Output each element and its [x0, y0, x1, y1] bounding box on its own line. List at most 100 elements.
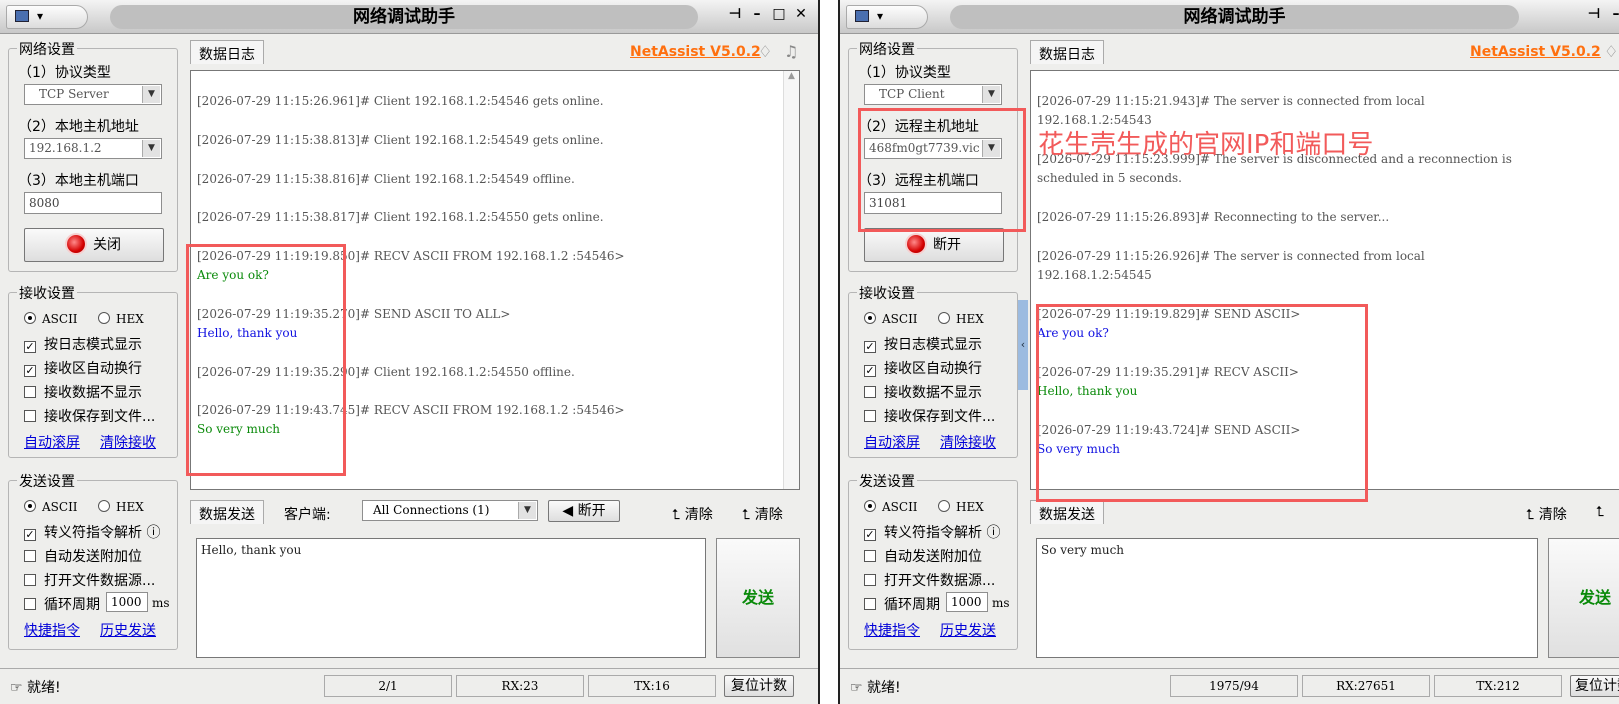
- save-file-checkbox[interactable]: 接收保存到文件...: [24, 406, 155, 426]
- save-file-checkbox[interactable]: 接收保存到文件...: [864, 406, 995, 426]
- tx-cell: TX:16: [588, 675, 716, 697]
- checkbox-icon: [24, 598, 36, 610]
- info-icon[interactable]: ⓘ: [146, 525, 160, 541]
- protocol-label: （1）协议类型: [858, 65, 951, 81]
- radio-label: ASCII: [882, 500, 918, 514]
- system-menu[interactable]: ▾: [846, 5, 928, 29]
- reset-count-button[interactable]: 复位计数: [1570, 675, 1619, 697]
- log-scrollbar[interactable]: ▲: [783, 71, 799, 489]
- minimize-icon[interactable]: –: [746, 6, 768, 22]
- clear-send-button[interactable]: ⮤: [1596, 504, 1604, 520]
- tab-data-log[interactable]: 数据日志: [190, 40, 264, 64]
- loop-period-input[interactable]: 1000: [106, 592, 148, 612]
- log-header: [2026-07-29 11:15:26.961]# Client 192.16…: [197, 94, 604, 108]
- diamond-icon[interactable]: ♢: [1604, 42, 1618, 61]
- reset-count-button[interactable]: 复位计数: [724, 675, 794, 697]
- auto-scroll-link[interactable]: 自动滚屏: [24, 432, 80, 452]
- system-menu[interactable]: ▾: [6, 5, 88, 29]
- disconnect-client-button[interactable]: ◀ 断开: [548, 500, 620, 522]
- open-file-checkbox[interactable]: 打开文件数据源...: [864, 570, 995, 590]
- pin-icon[interactable]: ⊣: [724, 6, 746, 22]
- tab-data-log[interactable]: 数据日志: [1030, 40, 1104, 64]
- clear-receive-link[interactable]: 清除接收: [940, 432, 996, 452]
- send-button[interactable]: 发送: [1548, 538, 1619, 658]
- checkbox-icon: [24, 550, 36, 562]
- open-file-checkbox[interactable]: 打开文件数据源...: [24, 570, 155, 590]
- diamond-icon[interactable]: ♢: [758, 42, 772, 61]
- count-cell: 2/1: [324, 675, 452, 697]
- checkbox-icon: [864, 410, 876, 422]
- auto-append-checkbox[interactable]: 自动发送附加位: [864, 546, 982, 566]
- connect-toggle-button[interactable]: 关闭: [24, 228, 164, 262]
- send-ascii-radio[interactable]: ASCII: [24, 500, 78, 514]
- checkbox-label: 自动发送附加位: [884, 549, 982, 565]
- close-icon[interactable]: ✕: [790, 6, 812, 22]
- sidebar-collapse-handle[interactable]: ‹: [1018, 300, 1028, 390]
- history-link[interactable]: 历史发送: [100, 620, 156, 640]
- log-mode-checkbox[interactable]: ✓ 按日志模式显示: [24, 334, 142, 354]
- checkbox-icon: [24, 410, 36, 422]
- tab-data-send[interactable]: 数据发送: [1030, 500, 1104, 524]
- log-header: [2026-07-29 11:15:26.926]# The server is…: [1037, 249, 1425, 282]
- arrow-up-icon: ⮤: [1596, 504, 1605, 520]
- ms-unit: ms: [992, 596, 1010, 610]
- brand-link[interactable]: NetAssist V5.0.2: [1470, 44, 1601, 60]
- button-label: 断开: [577, 503, 606, 519]
- loop-period-input[interactable]: 1000: [946, 592, 988, 612]
- auto-wrap-checkbox[interactable]: ✓ 接收区自动换行: [24, 358, 142, 378]
- checkbox-label: 循环周期: [884, 597, 940, 613]
- recv-ascii-radio[interactable]: ASCII: [864, 312, 918, 326]
- loop-checkbox[interactable]: 循环周期: [24, 594, 100, 614]
- clear-log-button[interactable]: ⮤ 清除: [672, 504, 713, 524]
- send-hex-radio[interactable]: HEX: [938, 500, 984, 514]
- escape-checkbox[interactable]: ✓ 转义符指令解析 ⓘ: [864, 522, 1000, 542]
- send-hex-radio[interactable]: HEX: [98, 500, 144, 514]
- shortcut-link[interactable]: 快捷指令: [864, 620, 920, 640]
- app-icon: [855, 10, 869, 22]
- bell-icon[interactable]: ♫: [784, 42, 798, 61]
- checkbox-checked-icon: ✓: [24, 364, 36, 377]
- log-mode-checkbox[interactable]: ✓ 按日志模式显示: [864, 334, 982, 354]
- protocol-select[interactable]: TCP Server ▼: [24, 84, 162, 105]
- ms-unit: ms: [152, 596, 170, 610]
- clear-send-button[interactable]: ⮤ 清除: [742, 504, 783, 524]
- auto-scroll-link[interactable]: 自动滚屏: [864, 432, 920, 452]
- shortcut-link[interactable]: 快捷指令: [24, 620, 80, 640]
- tab-data-send[interactable]: 数据发送: [190, 500, 264, 524]
- recv-hex-radio[interactable]: HEX: [98, 312, 144, 326]
- arrow-up-icon: ⮤: [742, 507, 751, 523]
- host-select[interactable]: 192.168.1.2 ▼: [24, 138, 162, 159]
- radio-label: HEX: [116, 312, 144, 326]
- port-input[interactable]: 8080: [24, 192, 162, 214]
- group-label: 网络设置: [857, 39, 917, 59]
- clear-receive-link[interactable]: 清除接收: [100, 432, 156, 452]
- minimize-icon[interactable]: –: [1605, 6, 1619, 22]
- radio-label: HEX: [956, 500, 984, 514]
- info-icon[interactable]: ⓘ: [986, 525, 1000, 541]
- pin-icon[interactable]: ⊣: [1583, 6, 1605, 22]
- maximize-icon[interactable]: □: [768, 6, 790, 22]
- no-show-checkbox[interactable]: 接收数据不显示: [864, 382, 982, 402]
- checkbox-label: 按日志模式显示: [44, 337, 142, 353]
- clear-log-button[interactable]: ⮤ 清除: [1526, 504, 1567, 524]
- recv-ascii-radio[interactable]: ASCII: [24, 312, 78, 326]
- connect-toggle-button[interactable]: 断开: [864, 228, 1004, 262]
- brand-link[interactable]: NetAssist V5.0.2: [630, 44, 761, 60]
- escape-checkbox[interactable]: ✓ 转义符指令解析 ⓘ: [24, 522, 160, 542]
- client-select[interactable]: All Connections (1) ▼: [362, 500, 538, 521]
- group-label: 接收设置: [17, 283, 77, 303]
- protocol-select[interactable]: TCP Client ▼: [864, 84, 1002, 105]
- radio-off-icon: [98, 312, 110, 324]
- no-show-checkbox[interactable]: 接收数据不显示: [24, 382, 142, 402]
- send-input[interactable]: So very much: [1036, 538, 1538, 658]
- log-entry: [2026-07-29 11:15:38.816]# Client 192.16…: [197, 170, 575, 189]
- recv-hex-radio[interactable]: HEX: [938, 312, 984, 326]
- auto-append-checkbox[interactable]: 自动发送附加位: [24, 546, 142, 566]
- send-ascii-radio[interactable]: ASCII: [864, 500, 918, 514]
- loop-checkbox[interactable]: 循环周期: [864, 594, 940, 614]
- send-input[interactable]: Hello, thank you: [196, 538, 706, 658]
- history-link[interactable]: 历史发送: [940, 620, 996, 640]
- checkbox-checked-icon: ✓: [864, 340, 876, 353]
- send-button[interactable]: 发送: [716, 538, 800, 658]
- auto-wrap-checkbox[interactable]: ✓ 接收区自动换行: [864, 358, 982, 378]
